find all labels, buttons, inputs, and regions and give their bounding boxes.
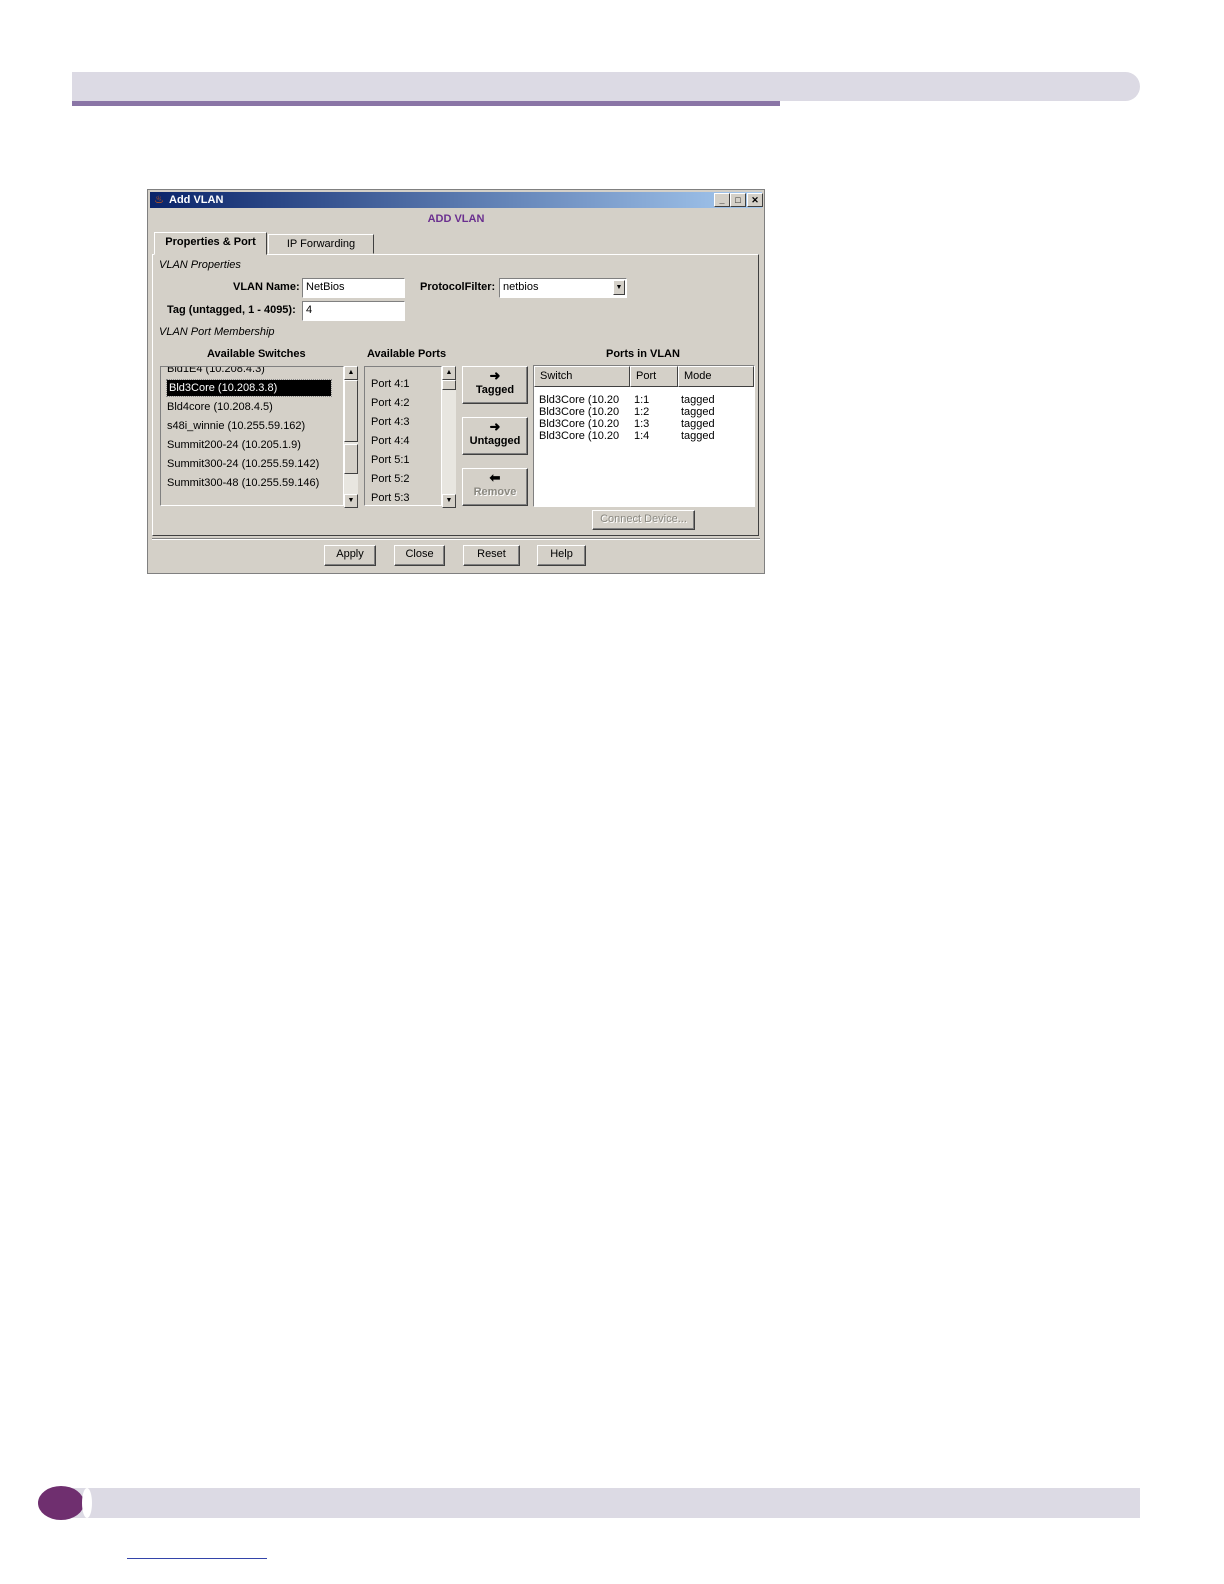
apply-button[interactable]: Apply — [324, 545, 376, 566]
table-cell-switch[interactable]: Bld3Core (10.20 — [539, 394, 619, 406]
protocol-filter-value: netbios — [503, 281, 539, 293]
help-button[interactable]: Help — [537, 545, 586, 566]
list-item-selected[interactable]: Bld3Core (10.208.3.8) — [166, 379, 332, 397]
untagged-button[interactable]: ➜ Untagged — [462, 417, 528, 455]
table-cell-mode[interactable]: tagged — [681, 418, 715, 430]
scroll-thumb[interactable] — [344, 380, 358, 442]
tab-properties-port[interactable]: Properties & Port — [154, 232, 267, 255]
footer-link-underline[interactable] — [127, 1558, 267, 1559]
close-button[interactable]: Close — [394, 545, 445, 566]
scroll-thumb[interactable] — [442, 380, 456, 390]
column-header-port[interactable]: Port — [630, 366, 678, 387]
scroll-up-icon[interactable]: ▲ — [344, 366, 358, 380]
arrow-right-icon: ➜ — [489, 368, 501, 383]
list-item[interactable]: Port 5:1 — [371, 452, 410, 468]
arrow-right-icon: ➜ — [489, 419, 501, 434]
scroll-thumb-lower[interactable] — [344, 444, 358, 474]
switches-scrollbar[interactable]: ▲ ▼ — [344, 366, 358, 508]
tag-label: Tag (untagged, 1 - 4095): — [167, 304, 296, 316]
minimize-button[interactable]: _ — [714, 193, 730, 207]
available-ports-label: Available Ports — [367, 348, 447, 360]
table-cell-port[interactable]: 1:4 — [634, 430, 649, 442]
page-header-bar — [72, 72, 1140, 101]
list-item[interactable]: Summit200-24 (10.205.1.9) — [167, 437, 301, 453]
chevron-down-icon[interactable]: ▼ — [613, 280, 625, 295]
list-item[interactable]: Port 4:4 — [371, 433, 410, 449]
list-item[interactable]: Bld4core (10.208.4.5) — [167, 399, 273, 415]
list-item[interactable]: Port 4:2 — [371, 395, 410, 411]
scroll-down-icon[interactable]: ▼ — [442, 494, 456, 508]
available-switches-label: Available Switches — [207, 348, 306, 360]
tagged-button[interactable]: ➜ Tagged — [462, 366, 528, 404]
table-cell-switch[interactable]: Bld3Core (10.20 — [539, 430, 619, 442]
add-vlan-dialog: ♨ Add VLAN _ □ ✕ ADD VLAN Properties & P… — [147, 189, 765, 574]
protocol-filter-select[interactable]: netbios ▼ — [499, 278, 627, 298]
window-title: Add VLAN — [169, 194, 224, 206]
column-header-switch[interactable]: Switch — [534, 366, 630, 387]
connect-device-button[interactable]: Connect Device... — [592, 510, 695, 530]
java-cup-icon: ♨ — [154, 194, 164, 206]
vlan-name-label: VLAN Name: — [233, 281, 300, 293]
list-item[interactable]: Port 4:1 — [371, 376, 410, 392]
table-cell-port[interactable]: 1:3 — [634, 418, 649, 430]
vlan-properties-label: VLAN Properties — [159, 259, 241, 271]
list-item[interactable]: Summit300-24 (10.255.59.142) — [167, 456, 319, 472]
available-ports-list[interactable]: Port 4:1 Port 4:2 Port 4:3 Port 4:4 Port… — [364, 366, 442, 506]
table-cell-port[interactable]: 1:2 — [634, 406, 649, 418]
list-item[interactable]: Port 4:3 — [371, 414, 410, 430]
vlan-name-input[interactable]: NetBios — [302, 278, 405, 298]
tab-ip-forwarding[interactable]: IP Forwarding — [268, 234, 374, 254]
list-item[interactable]: Bld1E4 (10.208.4.3) — [167, 367, 265, 377]
close-window-button[interactable]: ✕ — [747, 193, 763, 207]
ports-in-vlan-table[interactable]: Switch Port Mode Bld3Core (10.20 1:1 tag… — [533, 365, 755, 507]
table-cell-switch[interactable]: Bld3Core (10.20 — [539, 418, 619, 430]
table-cell-mode[interactable]: tagged — [681, 394, 715, 406]
title-bar[interactable]: ♨ Add VLAN _ □ ✕ — [150, 192, 763, 208]
tag-input[interactable]: 4 — [302, 301, 405, 321]
reset-button[interactable]: Reset — [463, 545, 520, 566]
available-switches-list[interactable]: Bld1E4 (10.208.4.3) Bld3Core (10.208.3.8… — [160, 366, 344, 506]
dialog-heading: ADD VLAN — [427, 213, 485, 225]
ports-in-vlan-label: Ports in VLAN — [606, 348, 680, 360]
scroll-down-icon[interactable]: ▼ — [344, 494, 358, 508]
list-item[interactable]: s48i_winnie (10.255.59.162) — [167, 418, 305, 434]
list-item[interactable]: Summit300-48 (10.255.59.146) — [167, 475, 319, 491]
scroll-up-icon[interactable]: ▲ — [442, 366, 456, 380]
maximize-button[interactable]: □ — [730, 193, 746, 207]
list-item[interactable]: Port 5:3 — [371, 490, 410, 505]
remove-button[interactable]: ⬅ Remove — [462, 468, 528, 506]
port-membership-label: VLAN Port Membership — [159, 326, 275, 338]
column-header-mode[interactable]: Mode — [678, 366, 754, 387]
page-header-rule — [72, 101, 780, 106]
list-item[interactable]: Port 5:2 — [371, 471, 410, 487]
table-cell-switch[interactable]: Bld3Core (10.20 — [539, 406, 619, 418]
page-footer-bar — [72, 1488, 1140, 1518]
footer-separator — [152, 538, 760, 540]
page-number-oval — [38, 1486, 92, 1520]
arrow-left-icon: ⬅ — [489, 470, 501, 485]
protocol-filter-label: ProtocolFilter: — [420, 281, 496, 293]
ports-scrollbar[interactable]: ▲ ▼ — [442, 366, 456, 508]
table-cell-port[interactable]: 1:1 — [634, 394, 649, 406]
table-cell-mode[interactable]: tagged — [681, 430, 715, 442]
table-cell-mode[interactable]: tagged — [681, 406, 715, 418]
